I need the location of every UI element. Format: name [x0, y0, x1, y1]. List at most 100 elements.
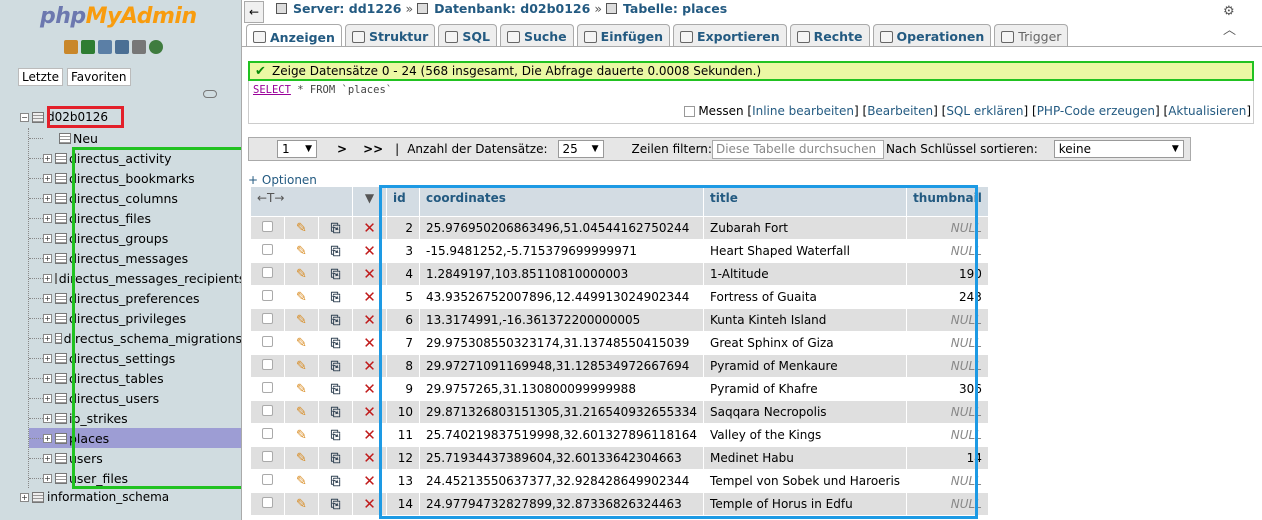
cell-id[interactable]: 2 [387, 217, 419, 239]
table-name[interactable]: directus_messages_recipients [59, 271, 241, 286]
table-icon[interactable] [55, 412, 67, 424]
edit-icon[interactable]: ✎ [296, 405, 307, 420]
cell-title[interactable]: Temple of Horus in Edfu [704, 493, 907, 515]
table-icon[interactable] [54, 332, 62, 344]
tab-exportieren[interactable]: Exportieren [673, 24, 787, 46]
delete-icon[interactable]: ✕ [363, 311, 376, 329]
delete-icon[interactable]: ✕ [363, 265, 376, 283]
row-checkbox[interactable] [262, 221, 273, 232]
cell-id[interactable]: 3 [387, 240, 419, 262]
delete-icon[interactable]: ✕ [363, 495, 376, 513]
last-page-button[interactable]: >> [363, 142, 383, 156]
cell-title[interactable]: 1-Altitude [704, 263, 907, 285]
delete-icon[interactable]: ✕ [363, 334, 376, 352]
table-name[interactable]: directus_tables [69, 371, 164, 386]
cell-coordinates[interactable]: 43.93526752007896,12.449913024902344 [420, 286, 704, 308]
cell-thumbnail[interactable]: 190 [907, 263, 988, 285]
cell-title[interactable]: Pyramid of Khafre [704, 378, 907, 400]
query-window-icon[interactable] [98, 40, 112, 54]
cell-thumbnail[interactable]: NULL [907, 240, 988, 262]
table-icon[interactable] [55, 312, 67, 324]
edit-icon[interactable]: ✎ [296, 336, 307, 351]
edit-icon[interactable]: ✎ [296, 451, 307, 466]
sql-query[interactable]: SELECT * FROM `places` [253, 84, 392, 96]
cell-thumbnail[interactable]: NULL [907, 493, 988, 515]
table-name[interactable]: user_files [69, 471, 128, 486]
settings-icon[interactable] [132, 40, 146, 54]
table-icon[interactable] [55, 472, 67, 484]
column-header-thumbnail[interactable]: thumbnail [907, 187, 988, 216]
table-icon[interactable] [55, 212, 67, 224]
cell-id[interactable]: 11 [387, 424, 419, 446]
cell-thumbnail[interactable]: NULL [907, 470, 988, 492]
table-icon[interactable] [55, 252, 67, 264]
cell-thumbnail[interactable]: NULL [907, 401, 988, 423]
expand-icon[interactable]: + [43, 353, 52, 363]
sidebar-item-directus-groups[interactable]: + directus_groups [29, 228, 241, 248]
sidebar-item-directus-preferences[interactable]: + directus_preferences [29, 288, 241, 308]
table-icon[interactable] [55, 452, 67, 464]
edit-link[interactable]: Bearbeiten [867, 104, 933, 118]
sidebar-item-directus-files[interactable]: + directus_files [29, 208, 241, 228]
delete-icon[interactable]: ✕ [363, 449, 376, 467]
edit-icon[interactable]: ✎ [296, 221, 307, 236]
next-page-button[interactable]: > [337, 142, 347, 156]
table-name[interactable]: directus_files [69, 211, 151, 226]
page-select[interactable]: 1 ▼ [277, 140, 317, 158]
edit-icon[interactable]: ✎ [296, 244, 307, 259]
edit-icon[interactable]: ✎ [296, 313, 307, 328]
column-arrows[interactable]: ←T→ [251, 187, 352, 216]
cell-coordinates[interactable]: -15.9481252,-5.715379699999971 [420, 240, 704, 262]
table-name[interactable]: directus_users [69, 391, 159, 406]
cell-id[interactable]: 12 [387, 447, 419, 469]
cell-title[interactable]: Pyramid of Menkaure [704, 355, 907, 377]
cell-thumbnail[interactable]: 14 [907, 447, 988, 469]
row-checkbox[interactable] [262, 405, 273, 416]
expand-icon[interactable]: + [43, 393, 52, 403]
sidebar-item-directus-settings[interactable]: + directus_settings [29, 348, 241, 368]
breadcrumb-server[interactable]: Server: dd1226 [293, 1, 401, 16]
copy-icon[interactable]: ⎘ [331, 382, 341, 396]
expand-icon[interactable]: + [43, 253, 52, 263]
row-checkbox[interactable] [262, 359, 273, 370]
expand-icon[interactable]: + [43, 213, 52, 223]
expand-icon[interactable]: + [43, 453, 52, 463]
sidebar-item-user-files[interactable]: + user_files [29, 468, 241, 488]
tab-sql[interactable]: SQL [438, 24, 497, 46]
column-header-coordinates[interactable]: coordinates [420, 187, 704, 216]
cell-id[interactable]: 5 [387, 286, 419, 308]
cell-id[interactable]: 13 [387, 470, 419, 492]
cell-title[interactable]: Fortress of Guaita [704, 286, 907, 308]
cell-thumbnail[interactable]: 243 [907, 286, 988, 308]
cell-coordinates[interactable]: 29.975308550323174,31.13748550415039 [420, 332, 704, 354]
collapse-icon[interactable]: − [20, 112, 29, 122]
reload-icon[interactable] [149, 40, 163, 54]
sidebar-item-directus-activity[interactable]: + directus_activity [29, 148, 241, 168]
row-checkbox[interactable] [262, 382, 273, 393]
table-name[interactable]: directus_groups [69, 231, 168, 246]
breadcrumb-table[interactable]: Tabelle: places [623, 1, 727, 16]
row-checkbox[interactable] [262, 313, 273, 324]
explain-sql-link[interactable]: SQL erklären [946, 104, 1023, 118]
refresh-link[interactable]: Aktualisieren [1168, 104, 1246, 118]
table-name[interactable]: places [69, 431, 109, 446]
table-icon[interactable] [55, 372, 67, 384]
copy-icon[interactable]: ⎘ [331, 497, 341, 511]
expand-icon[interactable]: + [43, 313, 52, 323]
table-icon[interactable] [55, 172, 67, 184]
copy-icon[interactable]: ⎘ [331, 267, 341, 281]
table-name[interactable]: ip_strikes [69, 411, 128, 426]
tab-anzeigen[interactable]: Anzeigen [246, 24, 342, 47]
cell-thumbnail[interactable]: NULL [907, 355, 988, 377]
cell-coordinates[interactable]: 25.740219837519998,32.601327896118164 [420, 424, 704, 446]
edit-icon[interactable]: ✎ [296, 267, 307, 282]
cell-thumbnail[interactable]: NULL [907, 217, 988, 239]
cell-id[interactable]: 4 [387, 263, 419, 285]
new-table-item[interactable]: Neu [29, 128, 241, 148]
expand-icon[interactable]: + [43, 413, 52, 423]
copy-icon[interactable]: ⎘ [331, 290, 341, 304]
tab-einfgen[interactable]: Einfügen [576, 24, 671, 46]
cell-coordinates[interactable]: 25.71934437389604,32.60133642304663 [420, 447, 704, 469]
cell-id[interactable]: 10 [387, 401, 419, 423]
exit-icon[interactable] [81, 40, 95, 54]
